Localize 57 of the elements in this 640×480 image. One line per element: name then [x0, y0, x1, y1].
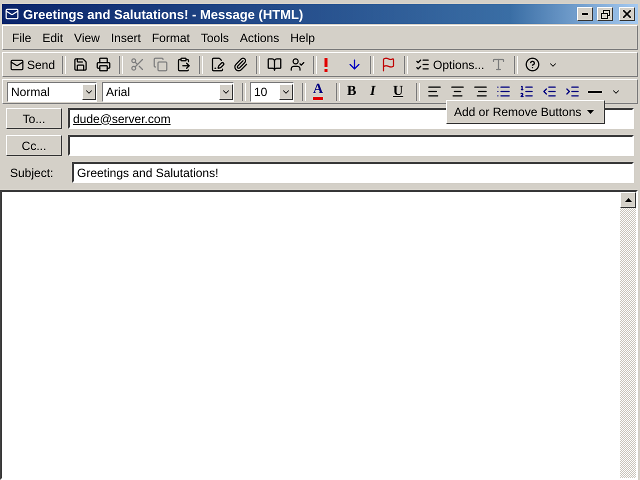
- options-icon: [415, 57, 430, 72]
- options-button[interactable]: Options...: [412, 54, 488, 75]
- address-field[interactable]: [68, 135, 634, 156]
- align-left-icon: [427, 84, 442, 99]
- close-icon: [623, 10, 631, 18]
- horizontal-line-icon: [588, 90, 602, 92]
- up-arrow-icon: [624, 198, 632, 202]
- printer-icon: [96, 57, 112, 72]
- scissors-icon: [130, 57, 146, 72]
- close-button[interactable]: [619, 7, 635, 21]
- underline-button[interactable]: U: [390, 81, 412, 102]
- address-button[interactable]: To...: [6, 108, 62, 129]
- menu-item[interactable]: File: [7, 28, 36, 46]
- indent-icon: [565, 84, 580, 99]
- send-button[interactable]: Send: [7, 54, 58, 75]
- italic-button[interactable]: I: [367, 81, 389, 102]
- bullet-list-icon: [496, 84, 511, 99]
- book-icon: [267, 57, 282, 72]
- field-label: Subject:: [9, 166, 54, 180]
- font-size-dropdown[interactable]: 10: [250, 82, 294, 102]
- flag-icon: [381, 57, 396, 72]
- font-color-button[interactable]: A: [310, 81, 332, 102]
- font-dropdown[interactable]: Arial: [102, 82, 234, 102]
- caret-icon: [587, 110, 594, 114]
- menu-item[interactable]: Help: [285, 28, 320, 46]
- menu-item[interactable]: Tools: [196, 28, 234, 46]
- window-title: Greetings and Salutations! - Message (HTML): [23, 6, 304, 22]
- menu-item[interactable]: Edit: [37, 28, 68, 46]
- minimize-button[interactable]: [577, 7, 593, 21]
- style-dropdown[interactable]: Normal: [7, 82, 97, 102]
- restore-button[interactable]: [597, 7, 613, 21]
- menu-item[interactable]: Insert: [106, 28, 146, 46]
- bold-button[interactable]: B: [344, 81, 366, 102]
- scroll-bar[interactable]: [620, 192, 636, 478]
- envelope-icon: [5, 7, 19, 21]
- envelope-icon: [10, 58, 24, 72]
- arrow-down-icon: [347, 57, 362, 72]
- save-icon: [73, 57, 88, 72]
- signature-icon: [210, 57, 226, 72]
- copy-icon: [153, 57, 168, 72]
- clipboard-icon: [176, 57, 192, 72]
- subject-field[interactable]: Greetings and Salutations!: [72, 162, 634, 183]
- numbered-list-icon: [519, 84, 534, 99]
- restore-icon: [600, 10, 610, 18]
- person-check-icon: [290, 57, 306, 72]
- align-right-icon: [473, 84, 488, 99]
- menu-item[interactable]: Actions: [234, 28, 284, 46]
- help-icon: [525, 57, 540, 72]
- menu-item[interactable]: View: [69, 28, 105, 46]
- exclamation-icon: [324, 58, 328, 72]
- minimize-icon: [582, 13, 588, 15]
- address-button[interactable]: Cc...: [6, 135, 62, 156]
- outdent-icon: [542, 84, 557, 99]
- align-center-icon: [450, 84, 465, 99]
- paperclip-icon: [233, 57, 248, 72]
- add-remove-buttons-menu[interactable]: Add or Remove Buttons: [446, 100, 606, 124]
- menu-item[interactable]: Format: [146, 28, 195, 46]
